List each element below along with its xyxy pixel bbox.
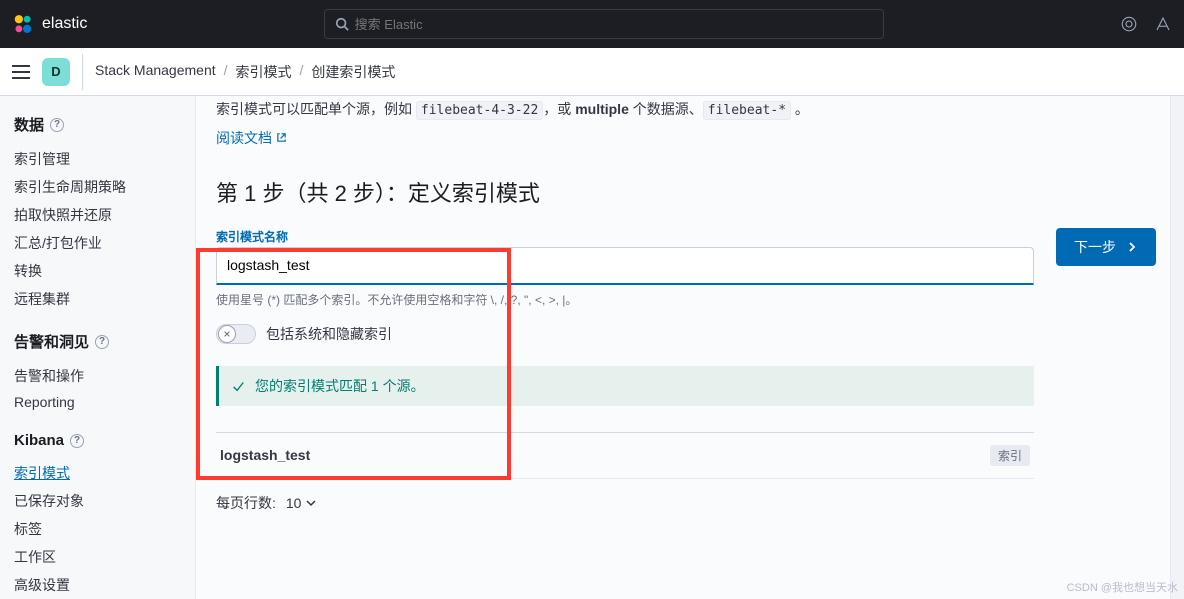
sidebar-item-snapshot-restore[interactable]: 拍取快照并还原 — [14, 207, 112, 223]
sidebar-item-spaces[interactable]: 工作区 — [14, 549, 56, 565]
elastic-logo-icon — [12, 13, 34, 35]
main-content: 索引模式可以匹配单个源，例如 filebeat-4-3-22，或 multipl… — [196, 96, 1184, 599]
sidebar-item-index-management[interactable]: 索引管理 — [14, 151, 70, 167]
sidebar-item-rollups[interactable]: 汇总/打包作业 — [14, 235, 102, 251]
pattern-name-input[interactable] — [216, 247, 1034, 285]
sub-header: D Stack Management / 索引模式 / 创建索引模式 — [0, 48, 1184, 96]
chevron-down-icon — [305, 497, 317, 509]
pattern-help-text: 使用星号 (*) 匹配多个索引。不允许使用空格和字符 \, /, ?, ", <… — [216, 291, 1034, 308]
global-header: elastic — [0, 0, 1184, 48]
table-row: logstash_test 索引 — [216, 433, 1034, 479]
result-name: logstash_test — [220, 447, 310, 463]
match-results-table: logstash_test 索引 — [216, 432, 1034, 479]
help-icon[interactable] — [1154, 15, 1172, 33]
next-step-button[interactable]: 下一步 — [1056, 228, 1156, 266]
breadcrumb-create-index-pattern[interactable]: 创建索引模式 — [311, 62, 395, 82]
read-docs-link[interactable]: 阅读文档 — [216, 128, 287, 148]
breadcrumb: Stack Management / 索引模式 / 创建索引模式 — [95, 62, 395, 82]
help-icon[interactable]: ? — [70, 434, 84, 448]
close-icon — [223, 330, 231, 338]
external-link-icon — [276, 132, 287, 143]
sidebar-section-data: 数据 ? — [14, 114, 181, 135]
search-icon — [335, 17, 349, 31]
sidebar: 数据 ? 索引管理 索引生命周期策略 拍取快照并还原 汇总/打包作业 转换 远程… — [0, 96, 196, 599]
sidebar-item-ilm[interactable]: 索引生命周期策略 — [14, 179, 126, 195]
sidebar-section-alerts: 告警和洞见 ? — [14, 331, 181, 352]
sidebar-item-transforms[interactable]: 转换 — [14, 263, 42, 279]
global-search-input[interactable] — [355, 17, 873, 32]
breadcrumb-stack-management[interactable]: Stack Management — [95, 62, 216, 82]
pager: 每页行数: 10 — [216, 493, 1034, 513]
sidebar-section-kibana: Kibana ? — [14, 432, 181, 449]
page-size-select[interactable]: 10 — [286, 495, 318, 511]
sidebar-item-alerts-actions[interactable]: 告警和操作 — [14, 368, 84, 384]
divider — [82, 54, 83, 90]
space-selector-button[interactable]: D — [42, 58, 70, 86]
sidebar-item-advanced-settings[interactable]: 高级设置 — [14, 577, 70, 593]
match-callout: 您的索引模式匹配 1 个源。 — [216, 366, 1034, 406]
sidebar-item-index-patterns[interactable]: 索引模式 — [14, 465, 70, 481]
sidebar-item-saved-objects[interactable]: 已保存对象 — [14, 493, 84, 509]
menu-toggle-button[interactable] — [12, 65, 30, 79]
step-title: 第 1 步（共 2 步）：定义索引模式 — [216, 176, 1156, 208]
help-icon[interactable]: ? — [50, 118, 64, 132]
brand-text: elastic — [42, 15, 87, 33]
pattern-name-label: 索引模式名称 — [216, 228, 1034, 245]
type-badge: 索引 — [990, 445, 1030, 466]
toggle-label: 包括系统和隐藏索引 — [266, 324, 392, 344]
check-icon — [231, 379, 245, 393]
sidebar-item-reporting[interactable]: Reporting — [14, 394, 75, 410]
help-icon[interactable]: ? — [95, 335, 109, 349]
logo-area[interactable]: elastic — [12, 13, 87, 35]
scrollbar-track[interactable] — [1170, 96, 1184, 599]
breadcrumb-index-patterns[interactable]: 索引模式 — [236, 62, 292, 82]
watermark: CSDN @我也想当天水 — [1067, 579, 1178, 595]
global-search[interactable] — [324, 9, 884, 39]
intro-text: 索引模式可以匹配单个源，例如 filebeat-4-3-22，或 multipl… — [216, 96, 1156, 124]
sidebar-item-tags[interactable]: 标签 — [14, 521, 42, 537]
newsfeed-icon[interactable] — [1120, 15, 1138, 33]
include-hidden-toggle[interactable] — [216, 324, 256, 344]
sidebar-item-remote-clusters[interactable]: 远程集群 — [14, 291, 70, 307]
chevron-right-icon — [1126, 241, 1138, 253]
